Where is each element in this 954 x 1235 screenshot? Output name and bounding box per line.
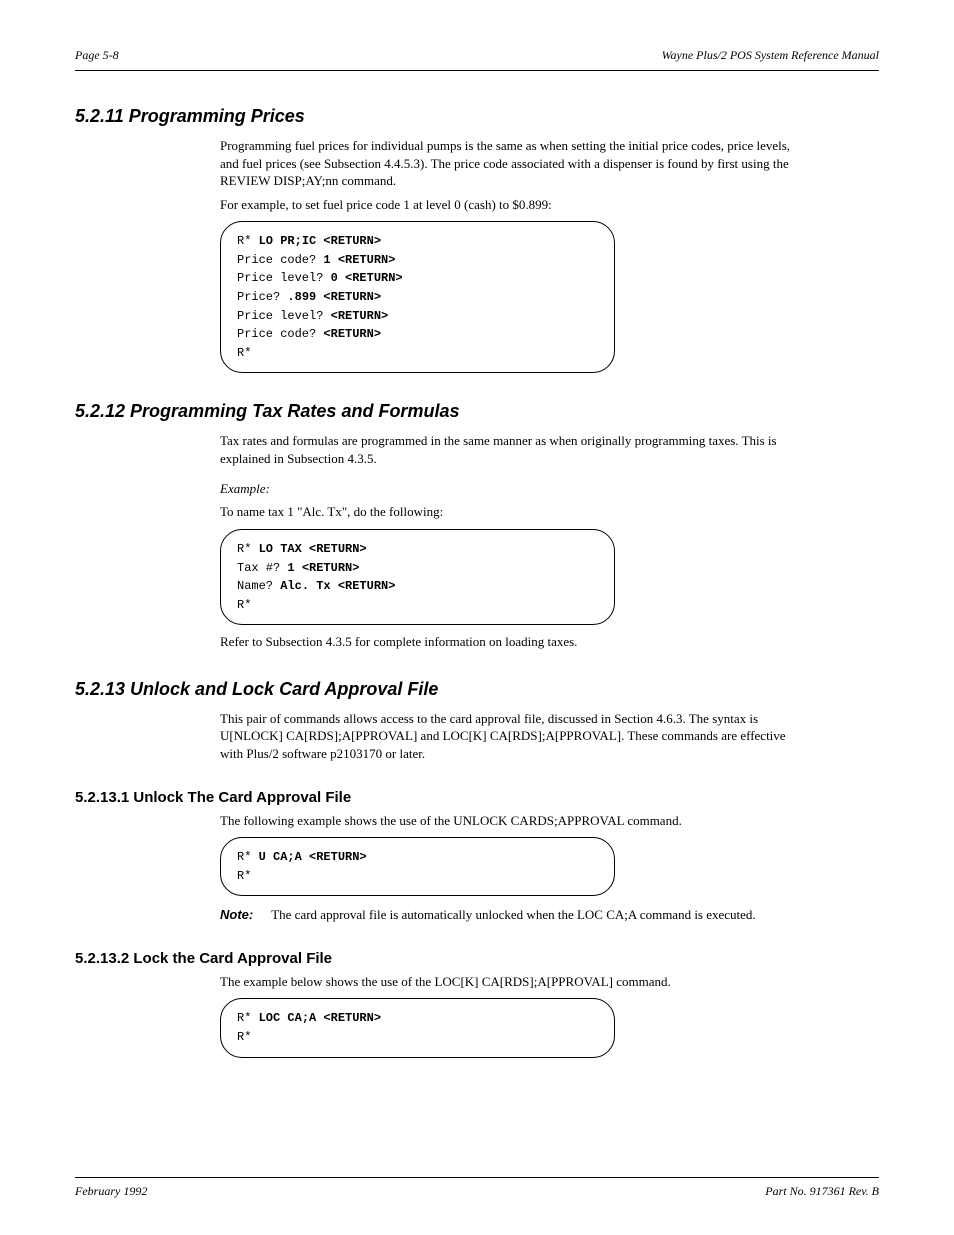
terminal-block-lock: R* LOC CA;A <RETURN> R* bbox=[220, 998, 615, 1057]
term-input: 1 <RETURN> bbox=[323, 253, 395, 267]
term-line: R* bbox=[237, 1011, 259, 1025]
term-line: R* bbox=[237, 346, 251, 360]
term-input: <RETURN> bbox=[323, 327, 381, 341]
section1-para1: Programming fuel prices for individual p… bbox=[220, 137, 810, 190]
footer-rule bbox=[75, 1177, 879, 1178]
term-input: 1 <RETURN> bbox=[287, 561, 359, 575]
page-header: Page 5-8 Wayne Plus/2 POS System Referen… bbox=[75, 48, 879, 78]
term-line: Price level? bbox=[237, 309, 331, 323]
term-line: Price code? bbox=[237, 253, 323, 267]
footer-part: Part No. 917361 Rev. B bbox=[765, 1184, 879, 1199]
term-line: R* bbox=[237, 598, 251, 612]
section-heading-taxes: 5.2.12 Programming Tax Rates and Formula… bbox=[75, 401, 879, 422]
subsection-heading-lock: 5.2.13.2 Lock the Card Approval File bbox=[75, 950, 879, 967]
term-input: Alc. Tx <RETURN> bbox=[280, 579, 395, 593]
term-line: Tax #? bbox=[237, 561, 287, 575]
sub1-para: The following example shows the use of t… bbox=[220, 812, 810, 830]
term-input: 0 <RETURN> bbox=[331, 271, 403, 285]
example-label: Example: bbox=[220, 481, 879, 497]
header-page-number: Page 5-8 bbox=[75, 48, 119, 63]
term-input: LOC CA;A <RETURN> bbox=[259, 1011, 381, 1025]
term-line: R* bbox=[237, 234, 259, 248]
term-line: R* bbox=[237, 869, 251, 883]
term-input: LO TAX <RETURN> bbox=[259, 542, 367, 556]
term-input: U CA;A <RETURN> bbox=[259, 850, 367, 864]
term-line: R* bbox=[237, 542, 259, 556]
section2-para1: Tax rates and formulas are programmed in… bbox=[220, 432, 810, 467]
term-line: Price code? bbox=[237, 327, 323, 341]
terminal-block-pricing: R* LO PR;IC <RETURN> Price code? 1 <RETU… bbox=[220, 221, 615, 373]
term-input: <RETURN> bbox=[331, 309, 389, 323]
footer-date: February 1992 bbox=[75, 1184, 147, 1199]
note-text: The card approval file is automatically … bbox=[271, 906, 755, 924]
section-heading-cards: 5.2.13 Unlock and Lock Card Approval Fil… bbox=[75, 679, 879, 700]
term-input: LO PR;IC <RETURN> bbox=[259, 234, 381, 248]
page: Page 5-8 Wayne Plus/2 POS System Referen… bbox=[0, 0, 954, 1235]
term-line: R* bbox=[237, 1030, 251, 1044]
page-footer: February 1992 Part No. 917361 Rev. B bbox=[75, 1177, 879, 1199]
section3-para1: This pair of commands allows access to t… bbox=[220, 710, 810, 763]
section1-para2: For example, to set fuel price code 1 at… bbox=[220, 196, 810, 214]
subsection-heading-unlock: 5.2.13.1 Unlock The Card Approval File bbox=[75, 789, 879, 806]
footer-row: February 1992 Part No. 917361 Rev. B bbox=[75, 1184, 879, 1199]
note-label: Note: bbox=[220, 906, 253, 924]
term-line: Price? bbox=[237, 290, 287, 304]
note-block: Note: The card approval file is automati… bbox=[220, 906, 810, 924]
section-heading-pricing: 5.2.11 Programming Prices bbox=[75, 106, 879, 127]
section2-para3: Refer to Subsection 4.3.5 for complete i… bbox=[220, 633, 810, 651]
header-manual-title: Wayne Plus/2 POS System Reference Manual bbox=[662, 48, 879, 63]
sub2-para: The example below shows the use of the L… bbox=[220, 973, 810, 991]
header-rule bbox=[75, 70, 879, 71]
term-line: R* bbox=[237, 850, 259, 864]
terminal-block-taxes: R* LO TAX <RETURN> Tax #? 1 <RETURN> Nam… bbox=[220, 529, 615, 625]
terminal-block-unlock: R* U CA;A <RETURN> R* bbox=[220, 837, 615, 896]
term-line: Name? bbox=[237, 579, 280, 593]
term-line: Price level? bbox=[237, 271, 331, 285]
section2-para2: To name tax 1 "Alc. Tx", do the followin… bbox=[220, 503, 810, 521]
term-input: .899 <RETURN> bbox=[287, 290, 381, 304]
